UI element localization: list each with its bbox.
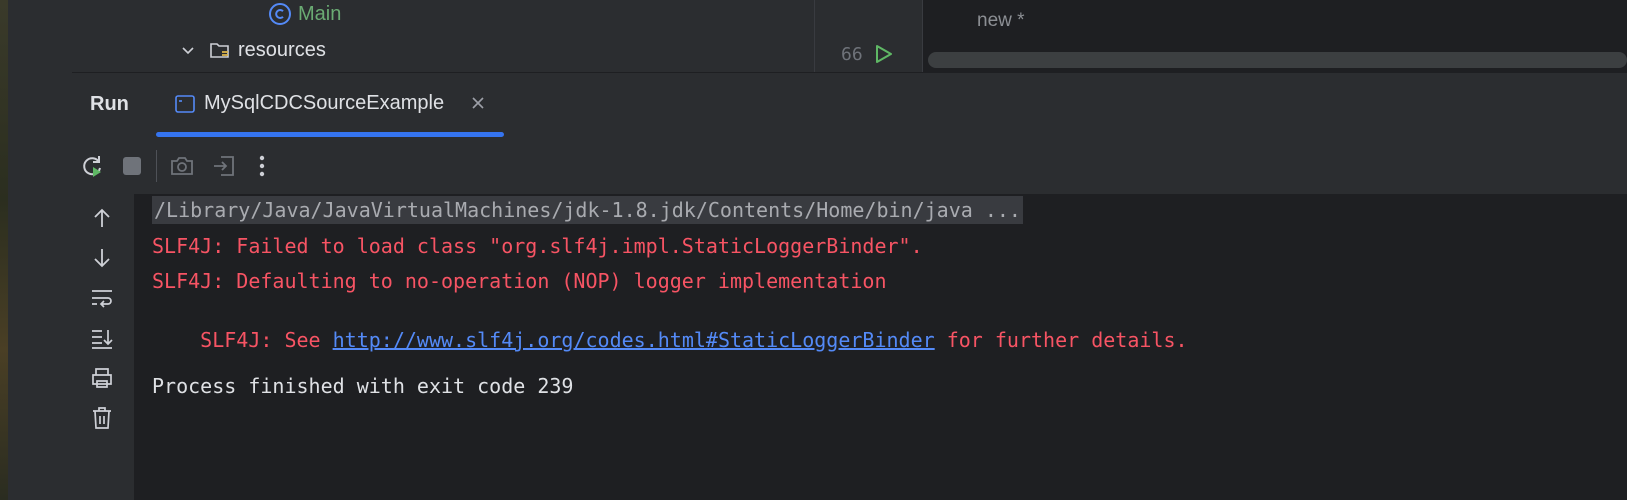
console-tab-icon	[174, 93, 196, 115]
line3-suffix: for further details.	[934, 328, 1188, 352]
slf4j-link[interactable]: http://www.slf4j.org/codes.html#StaticLo…	[333, 328, 935, 352]
console-command-line[interactable]: /Library/Java/JavaVirtualMachines/jdk-1.…	[152, 196, 1023, 224]
arrow-up-icon[interactable]	[84, 200, 120, 236]
resources-folder-label: resources	[238, 38, 326, 61]
stop-icon[interactable]	[114, 148, 150, 184]
run-tab[interactable]: MySqlCDCSourceExample	[156, 73, 504, 137]
run-window-title: Run	[90, 93, 129, 115]
trash-icon[interactable]	[84, 400, 120, 436]
tool-window-strip	[8, 0, 73, 500]
run-gutter-icon[interactable]	[871, 42, 895, 66]
scroll-to-end-icon[interactable]	[84, 320, 120, 356]
console-exit-message: Process finished with exit code 239	[152, 374, 574, 398]
main-class-label: Main	[298, 2, 342, 25]
tree-item-resources[interactable]: resources	[180, 38, 326, 62]
toolbar-divider	[156, 150, 157, 182]
console-side-actions	[72, 194, 134, 500]
line-number: 66	[841, 44, 863, 65]
exit-icon[interactable]	[206, 148, 242, 184]
rerun-icon[interactable]	[74, 148, 110, 184]
run-toolbar	[72, 138, 1627, 195]
run-tab-label: MySqlCDCSourceExample	[204, 92, 445, 114]
desktop-edge	[0, 0, 8, 500]
console-error-line-1: SLF4J: Failed to load class "org.slf4j.i…	[152, 234, 923, 258]
soft-wrap-icon[interactable]	[84, 280, 120, 316]
arrow-down-icon[interactable]	[84, 240, 120, 276]
editor-gutter: 66	[814, 0, 923, 72]
tree-item-main[interactable]: Main	[268, 2, 341, 26]
console-output[interactable]: /Library/Java/JavaVirtualMachines/jdk-1.…	[134, 194, 1627, 500]
horizontal-scrollbar[interactable]	[928, 52, 1627, 68]
more-icon[interactable]	[244, 148, 280, 184]
active-tab-underline	[156, 132, 504, 137]
print-icon[interactable]	[84, 360, 120, 396]
camera-icon[interactable]	[164, 148, 200, 184]
class-icon	[268, 2, 292, 26]
console-error-line-3: SLF4J: See http://www.slf4j.org/codes.ht…	[152, 304, 1188, 376]
close-icon[interactable]	[470, 95, 486, 111]
project-tree: Main resources	[72, 0, 814, 72]
resources-folder-icon	[208, 38, 232, 62]
console-error-line-2: SLF4J: Defaulting to no-operation (NOP) …	[152, 269, 887, 293]
code-fragment: new *	[977, 10, 1025, 31]
line3-prefix: SLF4J: See	[200, 328, 333, 352]
chevron-down-icon[interactable]	[180, 42, 196, 58]
run-window-header: Run MySqlCDCSourceExample	[72, 72, 1627, 140]
